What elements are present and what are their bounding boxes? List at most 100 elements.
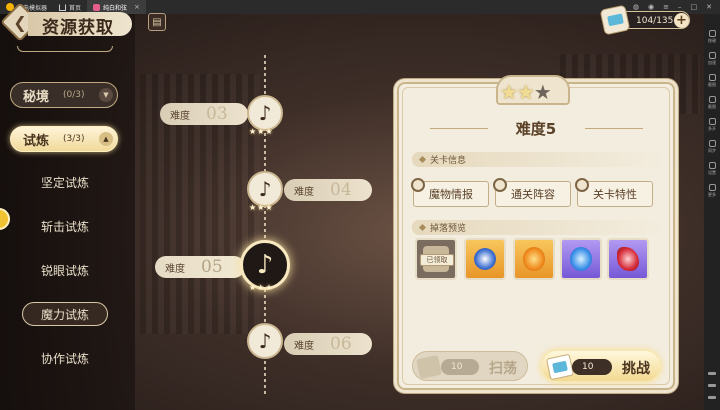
sidebar-item-multi[interactable]: 多开 [708,118,716,132]
tab-game-label: 纯白和弦 [103,4,128,12]
keyboard-icon [708,30,716,37]
menu-top-cap [17,46,113,52]
close-tab-icon[interactable]: × [134,3,140,11]
level-difficulty-label: 难度 [294,186,314,198]
category-count: (0/3) [63,90,85,100]
level-stars: ★★★ [249,203,274,212]
sidebar-item-sync[interactable]: 同步 [708,140,716,154]
star-unearned: ★ [533,80,552,104]
chevron-up-icon: ▲ [99,132,113,146]
star-earned: ★★ [500,80,535,104]
diamond-icon [418,223,427,232]
music-note-icon: ♪ [258,101,272,125]
section-title: 关卡信息 [430,156,467,166]
level-number: 06 [330,334,352,354]
category-shilian[interactable]: 试炼 (3/3) ▲ [10,126,118,152]
drop-item-blue-crystal[interactable] [560,238,602,280]
sidebar-label: 截图 [708,104,716,109]
sidebar-label: 更多 [708,192,716,197]
sync-icon [708,140,716,147]
challenge-button[interactable]: 10 挑战 [540,349,662,383]
button-label: 关卡特性 [593,188,637,201]
home-icon [59,3,67,11]
drop-item-claimed[interactable]: 已领取 [415,238,457,280]
egg-orange-icon [523,247,545,271]
level-node-03[interactable]: ♪ [247,95,283,131]
sub-item-moli[interactable]: 魔力试炼 [22,302,108,326]
close-window-icon[interactable]: ✕ [706,3,712,11]
game-icon [93,3,101,11]
drop-item-amber-egg[interactable] [513,238,555,280]
section-drop-preview: 掉落预览 [412,220,666,235]
button-label: 魔物情报 [429,188,473,201]
camera-icon [708,96,716,103]
diamond-icon [418,155,427,164]
sidebar-label: 同步 [708,148,716,153]
level-number: 04 [330,180,352,200]
sidebar-item-more[interactable]: 更多 [708,184,716,198]
level-difficulty-label: 难度 [165,263,185,275]
home-nav-icon[interactable] [708,384,716,387]
music-note-icon: ♪ [256,250,274,280]
challenge-cost: 10 [572,359,612,375]
level-stars: ★★★ [249,127,274,136]
drop-item-compass[interactable] [464,238,506,280]
gear-icon [708,162,716,169]
clear-lineup-button[interactable]: 通关阵容 [493,178,571,207]
title-divider-right [585,128,643,129]
emulator-sidebar: 按键 加速 截图 截图 多开 同步 设置 更多 [704,14,720,410]
sidebar-item-capture[interactable]: 截图 [708,96,716,110]
magnifier-icon [411,178,425,192]
ticket-icon [545,353,575,381]
level-number: 03 [206,104,228,124]
level-traits-button[interactable]: 关卡特性 [575,178,653,207]
sweep-label: 扫荡 [489,361,517,377]
more-icon [708,184,716,191]
music-note-icon: ♪ [258,177,272,201]
stamina-counter: 104/135 + [599,4,692,36]
sidebar-item-keys[interactable]: 按键 [708,30,716,44]
sidebar-item-speed[interactable]: 加速 [708,52,716,66]
sidebar-item-screenshot[interactable]: 截图 [708,74,716,88]
level-node-06[interactable]: ♪ [247,323,283,359]
book-icon[interactable]: ▤ [148,13,166,31]
level-node-04[interactable]: ♪ [247,171,283,207]
claimed-badge: 已领取 [420,254,454,266]
ribbon-red-icon [617,247,639,271]
sidebar-label: 按键 [708,38,716,43]
monster-intel-button[interactable]: 魔物情报 [411,178,489,207]
recent-nav-icon[interactable] [708,396,716,399]
sub-item-jianding[interactable]: 坚定试炼 [22,170,108,194]
back-nav-icon[interactable] [708,372,716,375]
compass-icon [474,248,496,270]
page-title: 资源获取 [42,18,114,38]
level-label-05[interactable]: 难度 05 [155,256,245,278]
sidebar-label: 加速 [708,60,716,65]
level-difficulty-label: 难度 [294,340,314,352]
sidebar-label: 设置 [708,170,716,175]
sidebar-item-settings[interactable]: 设置 [708,162,716,176]
drop-item-ribbon[interactable] [607,238,649,280]
category-count: (3/3) [63,134,85,144]
section-level-info: 关卡信息 [412,152,666,167]
category-mijing[interactable]: 秘境 (0/3) ▼ [10,82,118,108]
sub-item-xiezuo[interactable]: 协作试炼 [22,346,108,370]
scissors-icon [708,74,716,81]
magnifier-icon [493,178,507,192]
sub-item-ruiyan[interactable]: 锐眼试炼 [22,258,108,282]
tab-home-label: 首页 [69,4,82,12]
sidebar-label: 多开 [708,126,716,131]
level-label-03[interactable]: 难度 03 [160,103,248,125]
ticket-icon [416,354,442,380]
level-difficulty-label: 难度 [170,110,190,122]
sweep-button[interactable]: 10 扫荡 [412,351,528,381]
stamina-value: 104/135 [636,16,674,26]
add-stamina-button[interactable]: + [674,13,689,28]
level-label-06[interactable]: 难度 06 [284,333,372,355]
level-number: 05 [201,257,223,277]
button-label: 通关阵容 [511,188,555,201]
level-label-04[interactable]: 难度 04 [284,179,372,201]
difficulty-stars: ★★★ [500,80,552,104]
section-title: 掉落预览 [430,224,467,234]
sub-item-zhanji[interactable]: 斩击试炼 [22,214,108,238]
